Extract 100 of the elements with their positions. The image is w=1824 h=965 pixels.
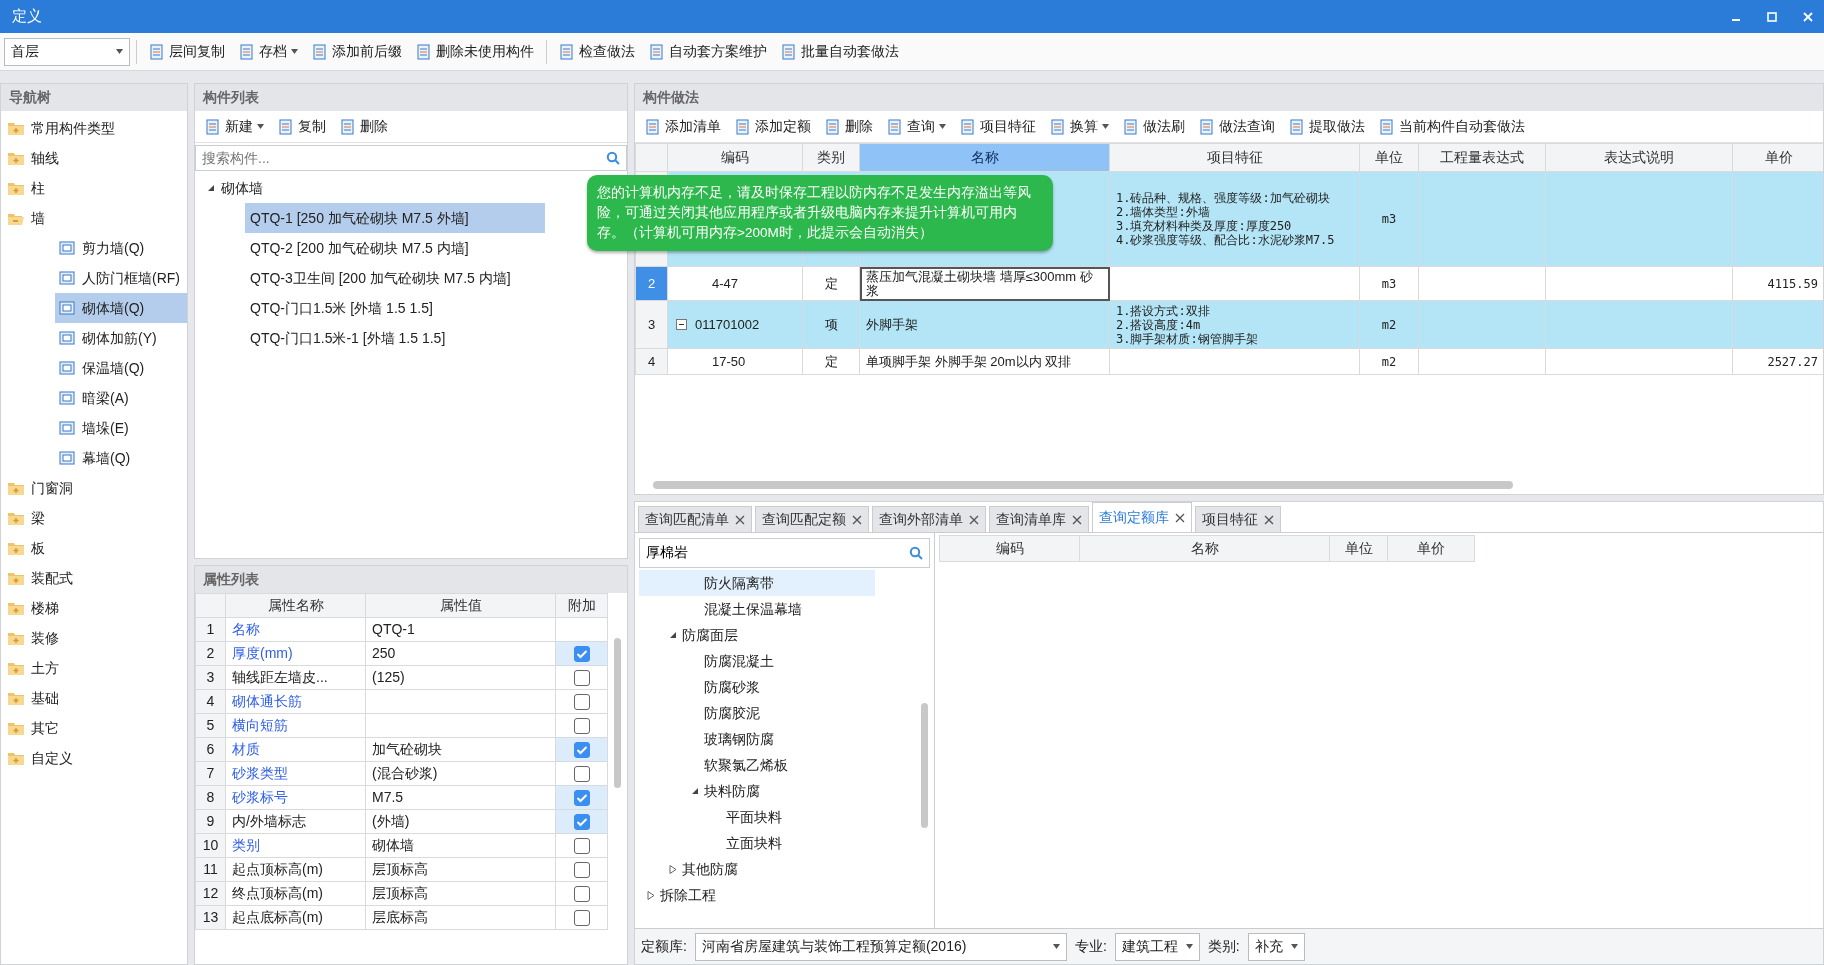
toolbar-button[interactable]: 检查做法 <box>553 39 641 64</box>
close-icon[interactable] <box>735 514 745 525</box>
column-header[interactable]: 编码 <box>667 143 803 172</box>
triangle-icon[interactable] <box>669 631 677 639</box>
close-icon[interactable] <box>1072 514 1082 525</box>
checkbox[interactable] <box>573 838 590 855</box>
tree-item[interactable]: 板 <box>1 533 187 563</box>
tab[interactable]: 项目特征 <box>1195 506 1281 532</box>
floor-dropdown[interactable]: 首层 <box>4 37 130 66</box>
toolbar-button[interactable]: 自动套方案维护 <box>643 39 773 64</box>
tree-item[interactable]: 基础 <box>1 683 187 713</box>
tab[interactable]: 查询匹配清单 <box>638 506 752 532</box>
toolbar-button[interactable]: 存档 <box>233 39 304 64</box>
column-header[interactable]: 表达式说明 <box>1545 143 1733 172</box>
tree-item[interactable]: 防腐胶泥 <box>639 700 875 726</box>
toolbar-button[interactable]: 添加清单 <box>639 114 727 139</box>
toolbar-button[interactable]: 复制 <box>272 114 332 139</box>
checkbox[interactable] <box>573 766 590 783</box>
toolbar-button[interactable]: 批量自动套做法 <box>775 39 905 64</box>
minus-box-icon[interactable] <box>676 319 687 330</box>
toolbar-button[interactable]: 添加定额 <box>729 114 817 139</box>
tree-item[interactable]: 梁 <box>1 503 187 533</box>
column-header[interactable]: 单价 <box>1732 143 1823 172</box>
tree-item[interactable]: 暗梁(A) <box>55 383 187 413</box>
tree-item[interactable]: 其他防腐 <box>639 856 875 882</box>
checkbox[interactable] <box>573 790 590 807</box>
tree-item[interactable]: 人防门框墙(RF) <box>55 263 187 293</box>
tree-item[interactable]: 砌体墙 <box>195 173 263 203</box>
tree-item[interactable]: 幕墙(Q) <box>55 443 187 473</box>
tree-item[interactable]: 剪力墙(Q) <box>55 233 187 263</box>
tree-item[interactable]: 防火隔离带 <box>639 570 875 596</box>
toolbar-button[interactable]: 做法刷 <box>1117 114 1191 139</box>
tab[interactable]: 查询匹配定额 <box>755 506 869 532</box>
toolbar-button[interactable]: 提取做法 <box>1283 114 1371 139</box>
scrollbar[interactable] <box>653 481 1513 489</box>
tree-item[interactable]: 混凝土保温幕墙 <box>639 596 875 622</box>
tree-item[interactable]: 自定义 <box>1 743 187 773</box>
tab[interactable]: 查询外部清单 <box>872 506 986 532</box>
close-icon[interactable] <box>969 514 979 525</box>
tree-item[interactable]: 玻璃钢防腐 <box>639 726 875 752</box>
tree-item[interactable]: 保温墙(Q) <box>55 353 187 383</box>
search-icon[interactable] <box>909 546 923 560</box>
tree-item[interactable]: 防腐混凝土 <box>639 648 875 674</box>
tree-item[interactable]: 其它 <box>1 713 187 743</box>
tree-item[interactable]: 防腐面层 <box>639 622 875 648</box>
tree-item[interactable]: 装修 <box>1 623 187 653</box>
close-icon[interactable] <box>852 514 862 525</box>
checkbox[interactable] <box>573 646 590 663</box>
toolbar-button[interactable]: 当前构件自动套做法 <box>1373 114 1531 139</box>
tree-item[interactable]: 砌体加筋(Y) <box>55 323 187 353</box>
maximize-icon[interactable] <box>1766 10 1778 23</box>
tree-item[interactable]: 土方 <box>1 653 187 683</box>
list-item[interactable]: QTQ-1 [250 加气砼砌块 M7.5 外墙] <box>245 203 545 233</box>
dropdown[interactable]: 河南省房屋建筑与装饰工程预算定额(2016) <box>694 932 1067 961</box>
tab[interactable]: 查询定额库 <box>1092 502 1192 532</box>
toolbar-button[interactable]: 删除 <box>819 114 879 139</box>
toolbar-button[interactable]: 查询 <box>881 114 952 139</box>
tree-item[interactable]: 门窗洞 <box>1 473 187 503</box>
search-field[interactable]: 厚棉岩 <box>639 538 930 568</box>
column-header[interactable]: 工程量表达式 <box>1418 143 1546 172</box>
tree-item[interactable]: 防腐砂浆 <box>639 674 875 700</box>
list-item[interactable]: QTQ-门口1.5米-1 [外墙 1.5 1.5] <box>245 323 545 353</box>
tree-item[interactable]: 块料防腐 <box>639 778 875 804</box>
scrollbar[interactable] <box>921 703 928 828</box>
toolbar-button[interactable]: 项目特征 <box>954 114 1042 139</box>
toolbar-button[interactable]: 删除 <box>334 114 394 139</box>
column-header[interactable]: 名称 <box>859 143 1110 172</box>
tree-item[interactable]: 平面块料 <box>639 804 875 830</box>
tree-item[interactable]: 软聚氯乙烯板 <box>639 752 875 778</box>
checkbox[interactable] <box>573 814 590 831</box>
scrollbar[interactable] <box>614 638 621 788</box>
checkbox[interactable] <box>573 910 590 927</box>
tree-item[interactable]: 墙垛(E) <box>55 413 187 443</box>
checkbox[interactable] <box>573 886 590 903</box>
toolbar-button[interactable]: 层间复制 <box>143 39 231 64</box>
tree-item[interactable]: 轴线 <box>1 143 187 173</box>
close-icon[interactable] <box>1264 514 1274 525</box>
checkbox[interactable] <box>573 670 590 687</box>
list-item[interactable]: QTQ-2 [200 加气砼砌块 M7.5 内墙] <box>245 233 545 263</box>
toolbar-button[interactable]: 删除未使用构件 <box>410 39 540 64</box>
checkbox[interactable] <box>573 718 590 735</box>
toolbar-button[interactable]: 添加前后缀 <box>306 39 408 64</box>
tab[interactable]: 查询清单库 <box>989 506 1089 532</box>
toolbar-button[interactable]: 换算 <box>1044 114 1115 139</box>
triangle-icon[interactable] <box>691 787 699 795</box>
triangle-icon[interactable] <box>647 890 655 900</box>
checkbox[interactable] <box>573 742 590 759</box>
close-icon[interactable] <box>1175 512 1185 523</box>
list-item[interactable]: QTQ-3卫生间 [200 加气砼砌块 M7.5 内墙] <box>245 263 545 293</box>
column-header[interactable]: 单位 <box>1359 143 1419 172</box>
tree-item[interactable]: 拆除工程 <box>639 882 875 908</box>
toolbar-button[interactable]: 新建 <box>199 114 270 139</box>
toolbar-button[interactable]: 做法查询 <box>1193 114 1281 139</box>
checkbox[interactable] <box>573 694 590 711</box>
search-field[interactable]: 搜索构件... <box>195 145 627 171</box>
search-icon[interactable] <box>606 151 620 165</box>
column-header[interactable]: 类别 <box>802 143 860 172</box>
tree-item[interactable]: 楼梯 <box>1 593 187 623</box>
tree-item[interactable]: 墙 <box>1 203 187 233</box>
column-header[interactable]: 项目特征 <box>1109 143 1360 172</box>
